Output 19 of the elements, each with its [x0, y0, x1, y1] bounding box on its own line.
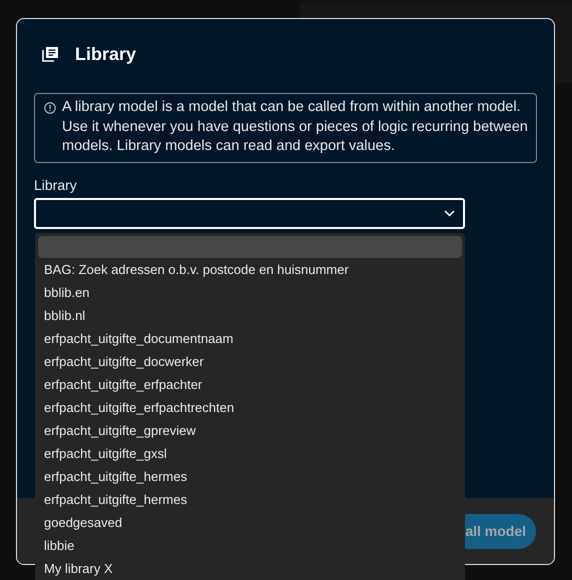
- dropdown-option[interactable]: bblib.en: [35, 280, 465, 304]
- dropdown-option[interactable]: erfpacht_uitgifte_erfpachter: [35, 372, 465, 396]
- dropdown-option[interactable]: erfpacht_uitgifte_erfpachtrechten: [35, 396, 465, 418]
- dropdown-option[interactable]: BAG: Zoek adressen o.b.v. postcode en huisnummer: [35, 258, 465, 280]
- dropdown-option[interactable]: erfpacht_uitgifte_hermes: [35, 488, 465, 510]
- dropdown-option[interactable]: My library X: [35, 556, 465, 580]
- dropdown-option[interactable]: erfpacht_uitgifte_docwerker: [35, 350, 465, 372]
- library-icon: [42, 46, 59, 62]
- dropdown-option[interactable]: erfpacht_uitgifte_gpreview: [35, 418, 465, 442]
- dropdown-option[interactable]: erfpacht_uitgifte_hermes: [35, 464, 465, 488]
- dropdown-option[interactable]: erfpacht_uitgifte_documentnaam: [35, 326, 465, 350]
- info-text: A library model is a model that can be called from within another model. Use it whenever you have questions or pieces of logic recurring between models. Library models can read and export values.: [62, 98, 528, 156]
- dropdown-option[interactable]: bblib.nl: [35, 304, 465, 326]
- chevron-icon: [444, 210, 455, 216]
- dropdown-option[interactable]: erfpacht_uitgifte_gxsl: [35, 442, 465, 464]
- field-label: Library: [34, 176, 78, 192]
- dialog-title: Library: [75, 44, 136, 64]
- info-icon: [44, 102, 56, 114]
- library-select[interactable]: [34, 198, 465, 228]
